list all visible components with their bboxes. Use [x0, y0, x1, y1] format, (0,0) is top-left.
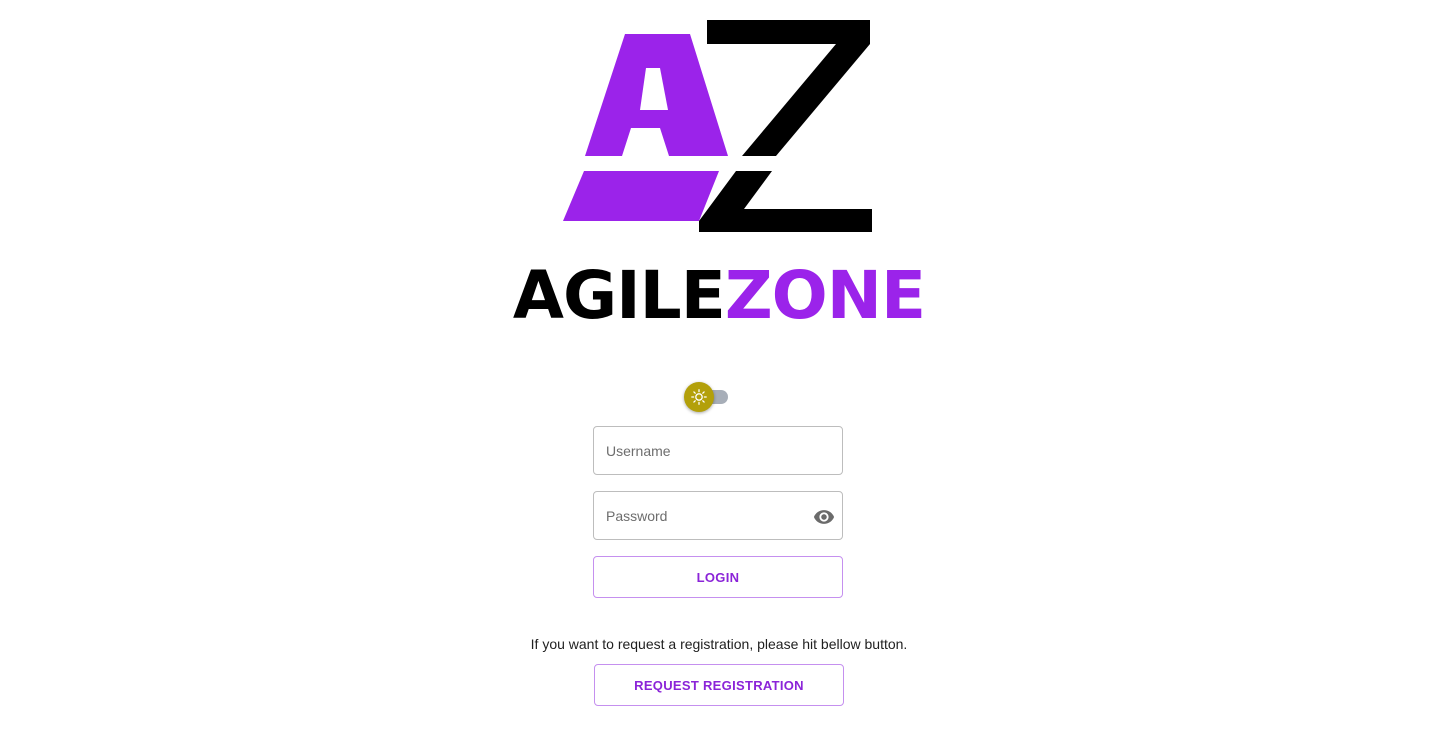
username-field: [593, 426, 843, 475]
wordmark-agile: AGILE: [512, 257, 726, 334]
agilezone-logo-mark: [563, 20, 872, 232]
theme-toggle[interactable]: [684, 382, 730, 412]
login-page: AGILEZONE Username LOGIN If you want to …: [0, 0, 1438, 749]
password-visibility-toggle[interactable]: [813, 506, 835, 528]
theme-toggle-thumb[interactable]: [684, 382, 714, 412]
password-field: [593, 491, 843, 540]
sun-icon: [691, 389, 707, 405]
password-input[interactable]: [594, 492, 842, 539]
wordmark-zone: ZONE: [724, 257, 926, 334]
logo-letter-z: [707, 20, 870, 156]
request-registration-button[interactable]: REQUEST REGISTRATION: [594, 664, 844, 706]
brand-wordmark: AGILEZONE: [0, 258, 1438, 334]
eye-icon: [813, 510, 835, 524]
username-input[interactable]: [594, 427, 842, 474]
registration-note: If you want to request a registration, p…: [530, 636, 908, 652]
login-button[interactable]: LOGIN: [593, 556, 843, 598]
